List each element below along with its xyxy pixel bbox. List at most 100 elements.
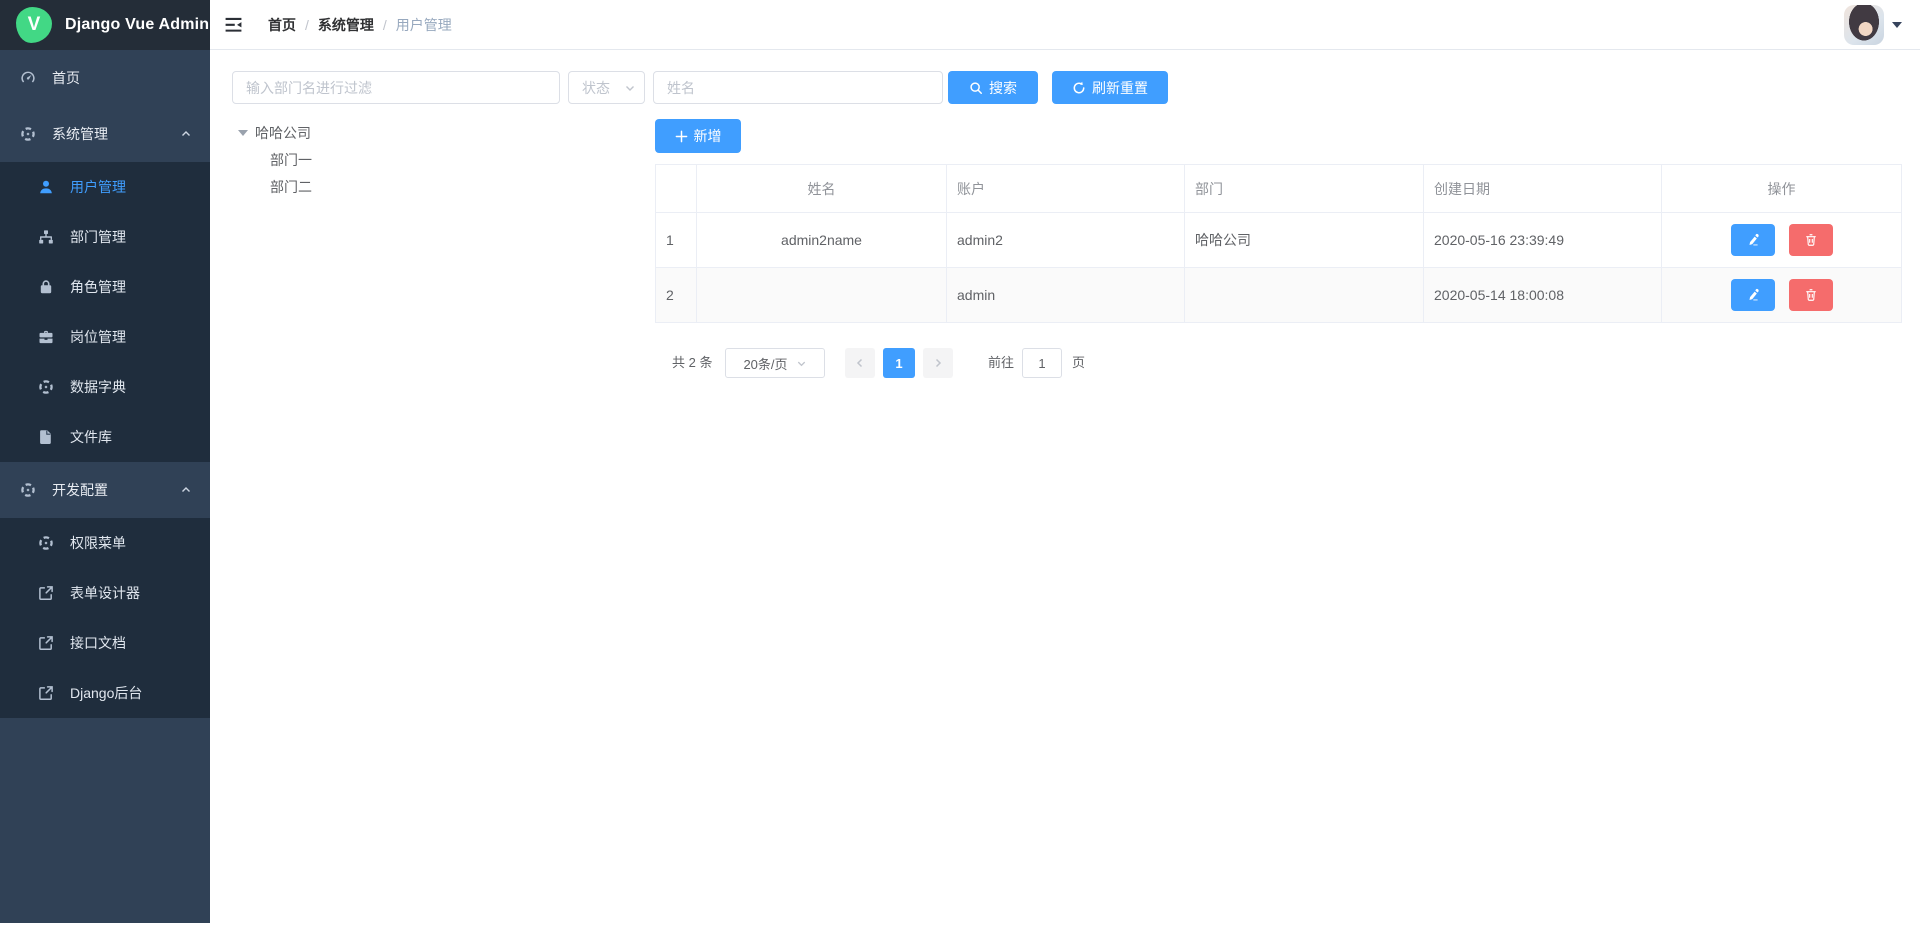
main-content: 状态 搜索 刷新重置 哈哈公司 部门一 部门二 新增 xyxy=(210,51,1920,937)
compass-icon xyxy=(38,379,54,395)
compass-icon xyxy=(20,482,36,498)
submenu-devconfig: 权限菜单 表单设计器 接口文档 Django后台 xyxy=(0,518,210,718)
sidebar-item-label: 接口文档 xyxy=(70,633,126,653)
sidebar-item-label: 用户管理 xyxy=(70,177,126,197)
cell-created: 2020-05-16 23:39:49 xyxy=(1424,213,1662,268)
status-select[interactable]: 状态 xyxy=(568,71,645,104)
compass-icon xyxy=(20,126,36,142)
sidebar-item-devconfig[interactable]: 开发配置 xyxy=(0,462,210,518)
next-page-button[interactable] xyxy=(923,348,953,378)
sidebar-item-label: 岗位管理 xyxy=(70,327,126,347)
delete-button[interactable] xyxy=(1789,279,1833,311)
sidebar-item-roles[interactable]: 角色管理 xyxy=(0,262,210,312)
cell-index: 2 xyxy=(656,268,697,323)
sidebar-item-label: Django后台 xyxy=(70,683,142,703)
sidebar: V Django Vue Admin 首页 系统管理 用户管理 xyxy=(0,0,210,923)
arrow-right-icon xyxy=(932,357,944,369)
name-filter-input[interactable] xyxy=(653,71,943,104)
tree-expand-icon[interactable] xyxy=(238,130,248,136)
sidebar-item-files[interactable]: 文件库 xyxy=(0,412,210,462)
column-header-account: 账户 xyxy=(947,165,1185,213)
page-number-button[interactable]: 1 xyxy=(883,348,915,378)
search-button[interactable]: 搜索 xyxy=(948,71,1038,104)
column-header-actions: 操作 xyxy=(1662,165,1902,213)
sidebar-menu: 首页 系统管理 用户管理 部门管理 xyxy=(0,50,210,718)
breadcrumb-separator: / xyxy=(383,17,387,33)
sidebar-item-users[interactable]: 用户管理 xyxy=(0,162,210,212)
dept-filter-input[interactable] xyxy=(232,71,560,104)
prev-page-button[interactable] xyxy=(845,348,875,378)
external-link-icon xyxy=(38,685,54,701)
cell-actions xyxy=(1662,213,1902,268)
table-row: 1 admin2name admin2 哈哈公司 2020-05-16 23:3… xyxy=(656,213,1902,268)
edit-button[interactable] xyxy=(1731,224,1775,256)
external-link-icon xyxy=(38,585,54,601)
goto-label: 前往 xyxy=(988,347,1014,379)
pagination-total: 共 2 条 xyxy=(672,347,712,379)
sidebar-item-system[interactable]: 系统管理 xyxy=(0,106,210,162)
sidebar-item-api-docs[interactable]: 接口文档 xyxy=(0,618,210,668)
chevron-up-icon xyxy=(180,484,192,496)
search-icon xyxy=(969,81,983,95)
page-size-select[interactable]: 20条/页 xyxy=(725,348,825,378)
users-table: 姓名 账户 部门 创建日期 操作 1 admin2name admin2 哈哈公… xyxy=(655,164,1902,323)
sidebar-item-label: 部门管理 xyxy=(70,227,126,247)
page-unit-label: 页 xyxy=(1072,347,1085,379)
tree-node-root[interactable]: 哈哈公司 xyxy=(234,119,312,146)
chevron-down-icon xyxy=(624,82,636,94)
breadcrumb-separator: / xyxy=(305,17,309,33)
caret-down-icon xyxy=(1892,22,1902,28)
tree-node-child[interactable]: 部门一 xyxy=(234,146,312,173)
goto-page-input[interactable] xyxy=(1022,348,1062,378)
sidebar-item-label: 系统管理 xyxy=(52,124,108,144)
column-header-created: 创建日期 xyxy=(1424,165,1662,213)
dashboard-icon xyxy=(20,70,36,86)
edit-icon xyxy=(1746,288,1760,302)
user-icon xyxy=(38,179,54,195)
briefcase-icon xyxy=(38,329,54,345)
edit-button[interactable] xyxy=(1731,279,1775,311)
avatar[interactable] xyxy=(1844,5,1884,45)
logo-title: Django Vue Admin xyxy=(65,16,209,34)
sidebar-item-django-admin[interactable]: Django后台 xyxy=(0,668,210,718)
external-link-icon xyxy=(38,635,54,651)
add-button-label: 新增 xyxy=(694,126,722,146)
sidebar-item-posts[interactable]: 岗位管理 xyxy=(0,312,210,362)
add-user-button[interactable]: 新增 xyxy=(655,119,741,153)
sidebar-item-label: 权限菜单 xyxy=(70,533,126,553)
page-size-value: 20条/页 xyxy=(743,354,787,373)
breadcrumb-home[interactable]: 首页 xyxy=(268,15,296,35)
cell-account: admin xyxy=(947,268,1185,323)
sidebar-item-label: 开发配置 xyxy=(52,480,108,500)
cell-index: 1 xyxy=(656,213,697,268)
tree-node-label: 部门二 xyxy=(270,177,312,197)
delete-button[interactable] xyxy=(1789,224,1833,256)
sidebar-logo[interactable]: V Django Vue Admin xyxy=(0,0,210,50)
trash-icon xyxy=(1804,288,1818,302)
sidebar-item-permissions[interactable]: 权限菜单 xyxy=(0,518,210,568)
sidebar-collapse-icon[interactable] xyxy=(223,15,244,35)
lock-icon xyxy=(38,279,54,295)
column-header-dept: 部门 xyxy=(1185,165,1424,213)
breadcrumb-system[interactable]: 系统管理 xyxy=(318,15,374,35)
user-menu[interactable] xyxy=(1844,5,1902,45)
status-select-placeholder: 状态 xyxy=(582,78,624,98)
refresh-reset-button[interactable]: 刷新重置 xyxy=(1052,71,1168,104)
sidebar-item-label: 角色管理 xyxy=(70,277,126,297)
top-header: 首页 / 系统管理 / 用户管理 xyxy=(210,0,1920,50)
sidebar-item-form-designer[interactable]: 表单设计器 xyxy=(0,568,210,618)
sidebar-item-label: 首页 xyxy=(52,68,80,88)
tree-node-child[interactable]: 部门二 xyxy=(234,173,312,200)
sidebar-item-label: 文件库 xyxy=(70,427,112,447)
column-header-index xyxy=(656,165,697,213)
cell-actions xyxy=(1662,268,1902,323)
sidebar-item-label: 数据字典 xyxy=(70,377,126,397)
sidebar-item-label: 表单设计器 xyxy=(70,583,140,603)
sidebar-item-departments[interactable]: 部门管理 xyxy=(0,212,210,262)
breadcrumb-current: 用户管理 xyxy=(396,15,452,35)
sidebar-item-home[interactable]: 首页 xyxy=(0,50,210,106)
pagination: 共 2 条 20条/页 1 前往 页 xyxy=(655,347,1375,379)
file-icon xyxy=(38,429,54,445)
sidebar-item-dictionary[interactable]: 数据字典 xyxy=(0,362,210,412)
submenu-system: 用户管理 部门管理 角色管理 岗位管理 xyxy=(0,162,210,462)
